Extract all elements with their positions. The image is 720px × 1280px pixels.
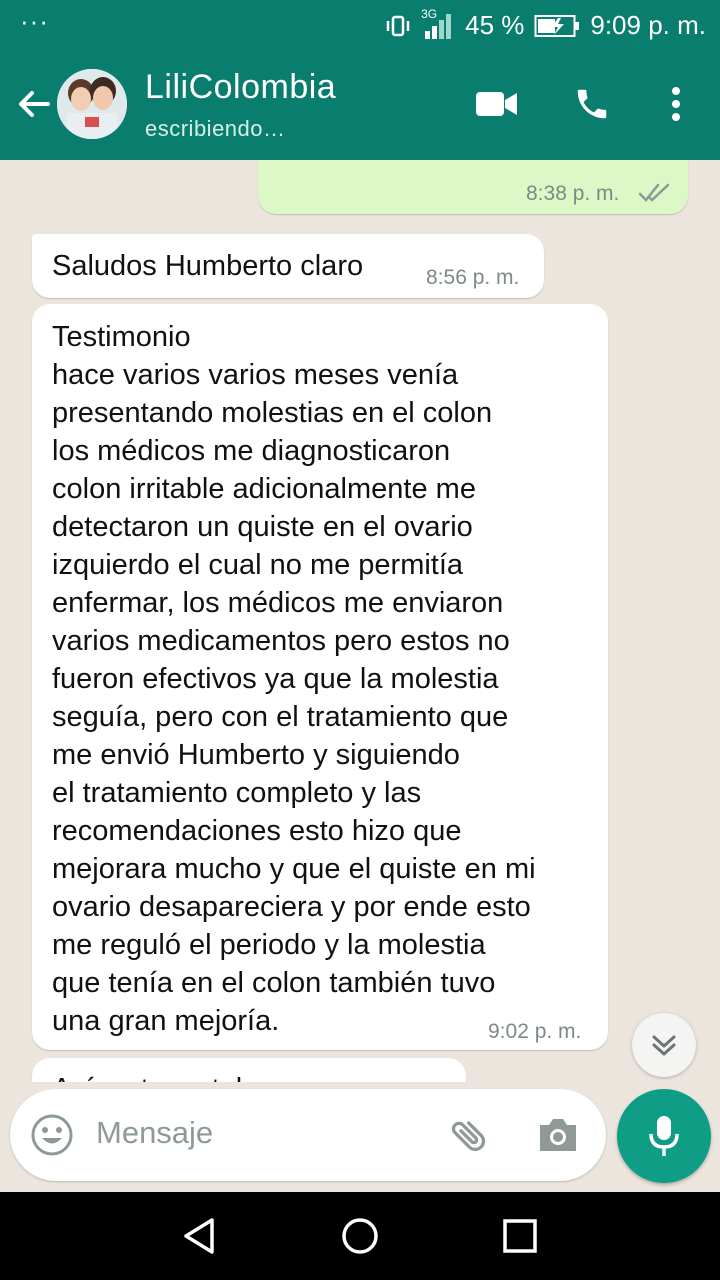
video-call-button[interactable] [474, 82, 520, 126]
status-overflow: ··· [20, 6, 49, 36]
status-indicators: 3G 45 % 9:09 p. m. [385, 7, 706, 41]
message-bubble-outgoing[interactable]: g 8:38 p. m. [258, 160, 688, 214]
message-text: Testimonio hace varios varios meses vení… [52, 321, 536, 1037]
message-time: 9:02 p. m. [488, 1020, 582, 1043]
typing-status: escribiendo… [145, 116, 286, 141]
vibrate-icon [386, 15, 410, 36]
phone-icon [577, 89, 607, 119]
battery-charging-icon [534, 14, 580, 37]
camera-icon[interactable] [536, 1115, 580, 1155]
chat-header: LiliColombia escribiendo… [0, 50, 720, 160]
double-chevron-down-icon [652, 1035, 676, 1056]
nav-back-icon[interactable] [178, 1214, 222, 1258]
nav-home-icon[interactable] [338, 1214, 382, 1258]
attach-icon[interactable] [448, 1114, 492, 1158]
voice-call-button[interactable] [570, 82, 614, 126]
more-options-button[interactable] [660, 82, 692, 126]
emoji-icon[interactable] [30, 1113, 74, 1157]
message-bubble-incoming[interactable]: Testimonio hace varios varios meses vení… [32, 304, 608, 1050]
back-arrow-icon[interactable] [14, 84, 54, 124]
scroll-to-bottom-button[interactable] [632, 1013, 696, 1077]
message-time: 8:56 p. m. [426, 266, 520, 289]
video-camera-icon [476, 92, 517, 116]
contact-avatar[interactable] [57, 69, 127, 139]
status-bar: ··· 3G 45 % 9:09 p. m. [0, 0, 720, 50]
battery-percent: 45 % [465, 10, 525, 40]
microphone-icon [649, 1116, 679, 1156]
double-check-icon [638, 183, 670, 202]
message-text: Así se te es taba [52, 1070, 268, 1082]
message-list[interactable]: g 8:38 p. m. Saludos Humberto claro 8:56… [0, 160, 720, 1082]
voice-message-button[interactable] [617, 1089, 711, 1183]
message-text: g [332, 160, 348, 162]
system-nav-bar [0, 1192, 720, 1280]
message-bubble-incoming[interactable]: Así se te es taba [32, 1058, 466, 1082]
message-time: 8:38 p. m. [526, 182, 620, 205]
message-input[interactable]: Mensaje [96, 1115, 213, 1151]
clock: 9:09 p. m. [590, 10, 706, 40]
signal-icon: 3G [421, 7, 455, 41]
message-composer[interactable]: Mensaje [10, 1089, 606, 1181]
message-bubble-incoming[interactable]: Saludos Humberto claro 8:56 p. m. [32, 234, 544, 298]
contact-name[interactable]: LiliColombia [145, 68, 336, 107]
nav-recents-icon[interactable] [498, 1214, 542, 1258]
more-vertical-icon [672, 87, 680, 121]
message-text: Saludos Humberto claro [52, 250, 364, 282]
